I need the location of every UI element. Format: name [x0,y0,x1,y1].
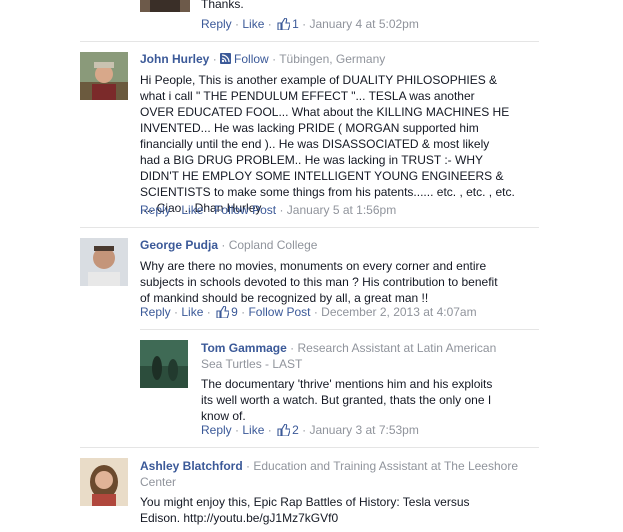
comment-text: You might enjoy this, Epic Rap Battles o… [140,495,470,525]
comment-actions: Reply · Like · 1 · January 4 at 5:02pm [201,17,419,33]
follow-rss-icon [220,53,232,67]
comment-timestamp[interactable]: December 2, 2013 at 4:07am [321,305,476,319]
comment-text: Thanks. [201,0,244,11]
like-link[interactable]: Like [242,17,264,31]
reply-link[interactable]: Reply [201,423,232,437]
commenter-affiliation: Research Assistant at Latin American [297,341,497,355]
follow-link[interactable]: Follow [234,52,269,66]
reply-link[interactable]: Reply [140,203,171,217]
follow-post-link[interactable]: Follow Post [214,203,276,217]
thumbs-up-icon [277,17,291,33]
commenter-affiliation: Education and Training Assistant at The … [253,459,518,473]
comment-text: Hi People, This is another example of DU… [140,73,515,215]
commenter-affiliation: Copland College [228,238,318,252]
divider [140,329,539,330]
avatar-george-pudja[interactable] [80,238,128,286]
follow-post-link[interactable]: Follow Post [248,305,310,319]
comment-timestamp[interactable]: January 5 at 1:56pm [287,203,396,217]
comment-actions: Reply · Like · Follow Post · January 5 a… [140,203,397,217]
commenter-name[interactable]: Ashley Blatchford [140,459,243,473]
comment-timestamp[interactable]: January 3 at 7:53pm [309,423,418,437]
comment-actions: Reply · Like · 2 · January 3 at 7:53pm [201,423,419,439]
avatar-ashley-blatchford[interactable] [80,458,128,506]
comment-actions: Reply · Like · 9 · Follow Post · Decembe… [140,305,477,321]
reply-link[interactable]: Reply [140,305,171,319]
like-link[interactable]: Like [242,423,264,437]
avatar-tom-gammage[interactable] [140,340,188,388]
like-link[interactable]: Like [181,305,203,319]
like-count[interactable]: 1 [292,17,299,31]
like-link[interactable]: Like [181,203,203,217]
commenter-name[interactable]: Tom Gammage [201,341,287,355]
comment-text: Why are there no movies, monuments on ev… [140,259,498,305]
avatar-john-hurley[interactable] [80,52,128,100]
comment-header: Tom Gammage · Research Assistant at Lati… [201,341,497,371]
divider [80,41,539,42]
thumbs-up-icon [277,423,291,439]
reply-link[interactable]: Reply [201,17,232,31]
comment-header: George Pudja · Copland College [140,238,318,252]
commenter-name[interactable]: George Pudja [140,238,218,252]
commenter-affiliation-cont: Center [140,475,177,489]
comment-header: John Hurley · Follow · Tübingen, Germany [140,52,386,67]
like-count[interactable]: 2 [292,423,299,437]
divider [80,447,539,448]
commenter-affiliation-cont: Sea Turtles - LAST [201,357,303,371]
comment-text: The documentary 'thrive' mentions him an… [201,377,493,423]
commenter-name[interactable]: John Hurley [140,52,209,66]
avatar-top[interactable] [140,0,190,12]
commenter-location: Tübingen, Germany [279,52,386,66]
comment-header: Ashley Blatchford · Education and Traini… [140,459,518,489]
divider [80,227,539,228]
comment-timestamp[interactable]: January 4 at 5:02pm [309,17,418,31]
like-count[interactable]: 9 [231,305,238,319]
thumbs-up-icon [216,305,230,321]
